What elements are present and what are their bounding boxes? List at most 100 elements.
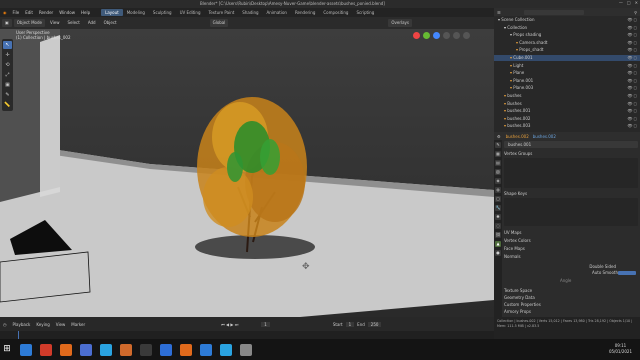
visibility-toggle-icon[interactable]: 👁 ◻ <box>627 78 637 84</box>
section-custom-properties[interactable]: Custom Properties <box>504 301 638 308</box>
mesh-data-tab-icon[interactable]: ▲ <box>495 241 501 247</box>
section-texture-space[interactable]: Texture Space <box>504 287 638 294</box>
blender-logo-icon[interactable]: ◉ <box>0 10 10 15</box>
menu-help[interactable]: Help <box>78 10 93 15</box>
particles-tab-icon[interactable]: ✺ <box>495 214 501 220</box>
constraints-tab-icon[interactable]: ⛓ <box>495 232 501 238</box>
taskbar-app-icon[interactable] <box>220 343 232 356</box>
tab-modeling[interactable]: Modeling <box>123 9 149 16</box>
editor-type-button[interactable]: ▣ <box>2 19 12 27</box>
world-tab-icon[interactable]: ◍ <box>495 187 501 193</box>
start-menu-icon[interactable]: ⊞ <box>0 339 14 360</box>
outliner-row[interactable]: ▾ Camera.shadt 👁 ◻ <box>494 40 640 46</box>
render-tab-icon[interactable]: ▦ <box>495 151 501 157</box>
playhead[interactable] <box>18 331 19 339</box>
tab-animation[interactable]: Animation <box>263 9 291 16</box>
zoom-icon[interactable] <box>443 32 450 39</box>
scale-tool-icon[interactable]: ⤢ <box>3 71 12 79</box>
tab-uv-editing[interactable]: UV Editing <box>176 9 205 16</box>
tab-sculpting[interactable]: Sculpting <box>149 9 176 16</box>
auto-smooth-toggle[interactable] <box>618 271 636 275</box>
timeline-ruler[interactable] <box>0 331 494 339</box>
mode-selector[interactable]: Object Mode <box>13 19 45 27</box>
taskbar-app-icon[interactable] <box>80 343 92 356</box>
visibility-toggle-icon[interactable]: 👁 ◻ <box>627 47 637 53</box>
current-frame-field[interactable]: 1 <box>261 321 270 327</box>
mesh-datablock-field[interactable]: bushes.001 <box>504 141 638 148</box>
cursor-tool-icon[interactable]: ✛ <box>3 51 12 59</box>
tab-layout[interactable]: Layout <box>101 9 123 16</box>
taskbar-app-icon[interactable] <box>60 343 72 356</box>
start-frame-field[interactable]: 1 <box>345 321 355 327</box>
visibility-toggle-icon[interactable]: 👁 ◻ <box>627 85 637 91</box>
measure-tool-icon[interactable]: 📏 <box>3 101 12 109</box>
system-clock[interactable]: 09:11 05/01/2021 <box>609 343 632 355</box>
angle-field[interactable]: Angle <box>504 277 638 284</box>
navigation-gizmo[interactable] <box>413 32 470 39</box>
material-tab-icon[interactable]: ● <box>495 250 501 256</box>
visibility-toggle-icon[interactable]: 👁 ◻ <box>627 63 637 69</box>
timeline-menu-view[interactable]: View <box>53 322 69 327</box>
outliner-row[interactable]: ▾ Bushes 👁 ◻ <box>494 101 640 107</box>
section-vertex-colors[interactable]: Vertex Colors <box>504 237 638 244</box>
rotate-tool-icon[interactable]: ⟲ <box>3 61 12 69</box>
filter-icon[interactable]: ⚲ <box>631 10 640 15</box>
timeline-menu-keying[interactable]: Keying <box>33 322 52 327</box>
tab-shading[interactable]: Shading <box>238 9 262 16</box>
pan-icon[interactable] <box>453 32 460 39</box>
close-button[interactable]: ✕ <box>635 0 638 5</box>
modifier-tab-icon[interactable]: 🔧 <box>495 205 501 211</box>
taskbar-app-icon[interactable] <box>100 343 112 356</box>
playback-controls[interactable]: ⏮ ◀ ▶ ⏭ <box>218 322 241 327</box>
section-face-maps[interactable]: Face Maps <box>504 245 638 252</box>
visibility-toggle-icon[interactable]: 👁 ◻ <box>627 116 637 122</box>
overlays-button[interactable]: Overlays <box>388 19 413 27</box>
tab-rendering[interactable]: Rendering <box>291 9 319 16</box>
outliner-row[interactable]: ▾ bushes 👁 ◻ <box>494 93 640 99</box>
outliner-row[interactable]: ▾ Scene Collection 👁 ◻ <box>494 17 640 23</box>
vertex-groups-list[interactable] <box>504 158 638 188</box>
section-normals[interactable]: Normals <box>504 253 638 260</box>
object-tab-icon[interactable]: ▢ <box>495 196 501 202</box>
outliner-row[interactable]: ▾ Collection 👁 ◻ <box>494 25 640 31</box>
output-tab-icon[interactable]: ▤ <box>495 160 501 166</box>
visibility-toggle-icon[interactable]: 👁 ◻ <box>627 70 637 76</box>
visibility-toggle-icon[interactable]: 👁 ◻ <box>627 123 637 129</box>
visibility-toggle-icon[interactable]: 👁 ◻ <box>627 17 637 23</box>
outliner-row[interactable]: ▾ bushes.002 👁 ◻ <box>494 116 640 122</box>
view-layer-tab-icon[interactable]: ▧ <box>495 169 501 175</box>
visibility-toggle-icon[interactable]: 👁 ◻ <box>627 40 637 46</box>
physics-tab-icon[interactable]: ◌ <box>495 223 501 229</box>
scene-tab-icon[interactable]: ◈ <box>495 178 501 184</box>
outliner-row[interactable]: ▾ Plane 👁 ◻ <box>494 70 640 76</box>
shape-keys-list[interactable] <box>504 198 638 226</box>
taskbar-app-icon[interactable] <box>40 343 52 356</box>
menu-render[interactable]: Render <box>36 10 56 15</box>
section-shape-keys[interactable]: Shape Keys <box>504 190 638 197</box>
visibility-toggle-icon[interactable]: 👁 ◻ <box>627 55 637 61</box>
section-uv-maps[interactable]: UV Maps <box>504 229 638 236</box>
outliner-row[interactable]: ▾ Plane.001 👁 ◻ <box>494 78 640 84</box>
outliner-row[interactable]: ▾ Cube.001 👁 ◻ <box>494 55 640 62</box>
3d-viewport[interactable]: ✥ ▣ Object Mode View Select Add Object G… <box>0 17 494 317</box>
z-axis-icon[interactable] <box>433 32 440 39</box>
visibility-toggle-icon[interactable]: 👁 ◻ <box>627 32 637 38</box>
properties-editor-icon[interactable]: ⚙ <box>494 134 504 139</box>
orientation-selector[interactable]: Global <box>209 19 229 27</box>
menu-window[interactable]: Window <box>56 10 78 15</box>
taskbar-app-icon[interactable] <box>180 343 192 356</box>
viewport-menu-view[interactable]: View <box>47 19 63 27</box>
tab-scripting[interactable]: Scripting <box>352 9 378 16</box>
timeline-menu-playback[interactable]: Playback <box>10 322 34 327</box>
section-geometry-data[interactable]: Geometry Data <box>504 294 638 301</box>
taskbar-app-icon[interactable] <box>20 343 32 356</box>
taskbar-app-icon[interactable] <box>140 343 152 356</box>
transform-tool-icon[interactable]: ▣ <box>3 81 12 89</box>
x-axis-icon[interactable] <box>413 32 420 39</box>
outliner-row[interactable]: ▾ Props shading 👁 ◻ <box>494 32 640 38</box>
outliner-row[interactable]: ▾ Plane.003 👁 ◻ <box>494 85 640 91</box>
timeline-menu-marker[interactable]: Marker <box>68 322 88 327</box>
maximize-button[interactable]: □ <box>627 0 631 5</box>
visibility-toggle-icon[interactable]: 👁 ◻ <box>627 93 637 99</box>
outliner-row[interactable]: ▾ Light 👁 ◻ <box>494 63 640 69</box>
